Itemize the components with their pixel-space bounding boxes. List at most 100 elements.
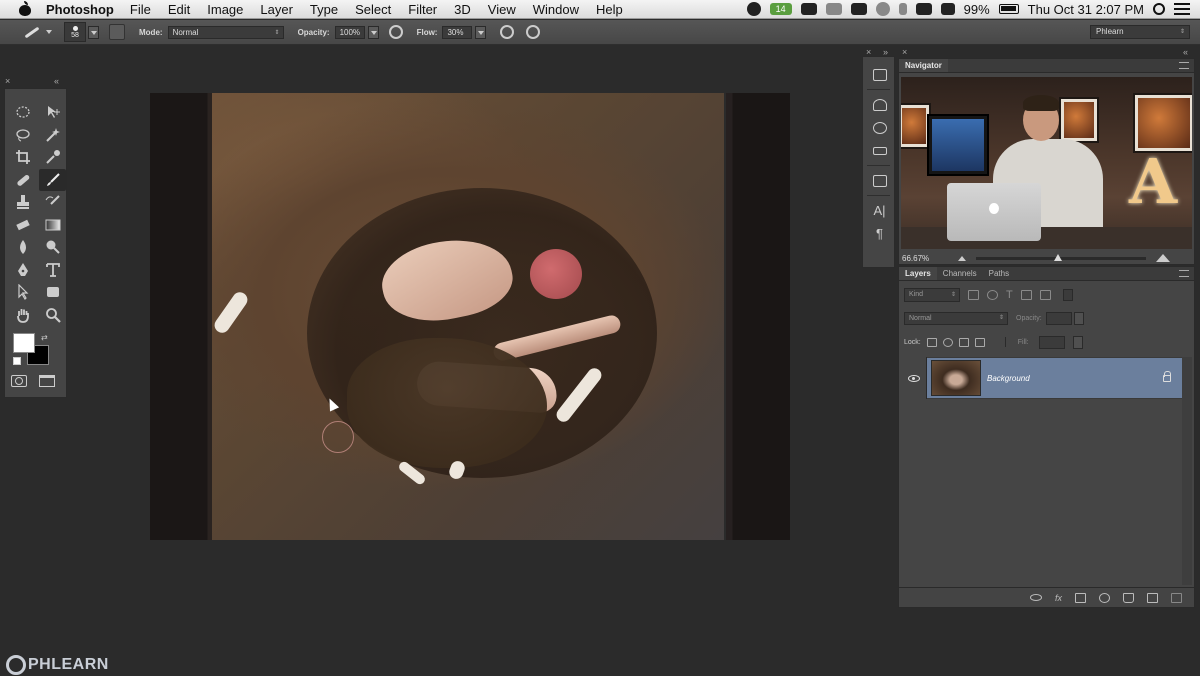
brush-tool-preset-icon[interactable] bbox=[22, 25, 42, 39]
magic-wand-tool-icon[interactable] bbox=[39, 124, 66, 147]
menu-help[interactable]: Help bbox=[596, 2, 623, 17]
link-layers-icon[interactable] bbox=[1029, 594, 1042, 601]
lock-image-icon[interactable] bbox=[942, 337, 953, 347]
add-mask-icon[interactable] bbox=[1075, 592, 1086, 603]
menu-type[interactable]: Type bbox=[310, 2, 338, 17]
lock-transparent-icon[interactable] bbox=[926, 337, 937, 347]
layers-scrollbar[interactable] bbox=[1182, 357, 1192, 585]
menu-edit[interactable]: Edit bbox=[168, 2, 190, 17]
layer-visibility-toggle[interactable] bbox=[901, 357, 927, 399]
zoom-in-icon[interactable] bbox=[1156, 254, 1170, 262]
opacity-field[interactable]: 100% bbox=[334, 25, 365, 39]
history-panel-icon[interactable] bbox=[863, 63, 896, 86]
brush-tool-icon[interactable] bbox=[39, 168, 66, 191]
menu-filter[interactable]: Filter bbox=[408, 2, 437, 17]
workspace-select[interactable]: Phlearn ⇕ bbox=[1090, 25, 1190, 39]
brush-picker-dropdown[interactable] bbox=[88, 25, 99, 39]
blend-mode-select[interactable]: Normal ⇕ bbox=[904, 311, 1008, 325]
crop-tool-icon[interactable] bbox=[9, 146, 36, 169]
new-layer-icon[interactable] bbox=[1147, 592, 1158, 603]
layer-row[interactable]: Background bbox=[901, 357, 1183, 399]
eyedropper-tool-icon[interactable] bbox=[39, 146, 66, 169]
filter-pixel-icon[interactable] bbox=[968, 290, 979, 300]
layer-opacity-slider-button[interactable] bbox=[1073, 311, 1084, 325]
layer-style-fx-icon[interactable]: fx bbox=[1055, 593, 1062, 603]
menu-view[interactable]: View bbox=[488, 2, 516, 17]
flow-field[interactable]: 30% bbox=[442, 25, 473, 39]
close-panel-icon[interactable]: × bbox=[5, 76, 10, 86]
adjustments-panel-icon[interactable] bbox=[863, 116, 896, 139]
screen-mode-icon[interactable] bbox=[39, 375, 55, 387]
filter-smart-object-icon[interactable] bbox=[1039, 290, 1051, 300]
tab-layers[interactable]: Layers bbox=[899, 267, 937, 280]
collapse-panel-icon[interactable]: « bbox=[54, 76, 59, 86]
lock-all-icon[interactable] bbox=[974, 337, 985, 347]
notification-center-icon[interactable] bbox=[1174, 3, 1190, 15]
menu-select[interactable]: Select bbox=[355, 2, 391, 17]
evernote-badge-icon[interactable]: 14 bbox=[769, 3, 792, 15]
path-selection-tool-icon[interactable] bbox=[9, 281, 36, 304]
filter-kind-select[interactable]: Kind ⇕ bbox=[904, 288, 960, 302]
tab-paths[interactable]: Paths bbox=[983, 267, 1015, 280]
airbrush-icon[interactable] bbox=[500, 25, 515, 39]
properties-panel-icon[interactable] bbox=[863, 139, 896, 162]
default-colors-icon[interactable] bbox=[13, 357, 21, 365]
airplay-icon[interactable] bbox=[850, 3, 867, 15]
zoom-tool-icon[interactable] bbox=[39, 304, 66, 327]
tab-channels[interactable]: Channels bbox=[937, 267, 983, 280]
filter-toggle[interactable] bbox=[1062, 289, 1073, 301]
menu-file[interactable]: File bbox=[130, 2, 151, 17]
shape-tool-icon[interactable] bbox=[39, 281, 66, 304]
layer-name[interactable]: Background bbox=[987, 374, 1163, 383]
mode-select[interactable]: Normal ⇕ bbox=[167, 25, 284, 39]
brush-presets-panel-icon[interactable] bbox=[863, 93, 896, 116]
flow-slider-button[interactable] bbox=[475, 25, 487, 39]
character-panel-icon[interactable]: A| bbox=[863, 199, 896, 222]
hand-tool-icon[interactable] bbox=[9, 304, 36, 327]
paragraph-panel-icon[interactable]: ¶ bbox=[863, 222, 896, 245]
brush-panel-toggle-icon[interactable] bbox=[109, 24, 125, 40]
panel-menu-icon[interactable] bbox=[1179, 270, 1189, 277]
layer-opacity-field[interactable] bbox=[1045, 311, 1072, 325]
zoom-level[interactable]: 66.67% bbox=[902, 254, 942, 263]
lasso-tool-icon[interactable] bbox=[9, 124, 36, 147]
google-drive-icon[interactable] bbox=[800, 3, 817, 15]
battery-icon[interactable] bbox=[998, 4, 1019, 14]
volume-icon[interactable] bbox=[940, 3, 955, 15]
time-machine-icon[interactable] bbox=[875, 2, 890, 16]
menu-image[interactable]: Image bbox=[207, 2, 243, 17]
menu-3d[interactable]: 3D bbox=[454, 2, 471, 17]
eraser-tool-icon[interactable] bbox=[9, 214, 36, 237]
zoom-slider[interactable] bbox=[976, 253, 1146, 261]
swap-colors-icon[interactable]: ⇄ bbox=[41, 333, 48, 342]
navigator-preview[interactable]: A bbox=[901, 77, 1192, 249]
fill-slider-button[interactable] bbox=[1072, 335, 1083, 349]
canvas-photo[interactable] bbox=[212, 93, 724, 540]
app-menu[interactable]: Photoshop bbox=[46, 2, 114, 17]
clone-stamp-tool-icon[interactable] bbox=[9, 191, 36, 214]
wifi-icon[interactable] bbox=[915, 3, 932, 15]
zoom-out-icon[interactable] bbox=[958, 255, 966, 261]
adjustment-layer-icon[interactable] bbox=[1099, 592, 1110, 603]
apple-menu-icon[interactable] bbox=[16, 1, 36, 16]
pressure-size-icon[interactable] bbox=[526, 25, 541, 39]
menu-window[interactable]: Window bbox=[533, 2, 579, 17]
marquee-tool-icon[interactable] bbox=[9, 101, 36, 124]
zoom-slider-thumb[interactable] bbox=[1054, 253, 1063, 261]
menubar-clock[interactable]: Thu Oct 31 2:07 PM bbox=[1028, 2, 1144, 17]
creative-cloud-icon[interactable] bbox=[746, 2, 761, 16]
type-tool-icon[interactable] bbox=[39, 259, 66, 282]
delete-layer-trash-icon[interactable] bbox=[1171, 592, 1182, 603]
filter-shape-icon[interactable] bbox=[1020, 290, 1032, 300]
filter-type-icon[interactable]: T bbox=[1006, 290, 1013, 301]
new-group-folder-icon[interactable] bbox=[1123, 592, 1134, 603]
move-tool-icon[interactable] bbox=[39, 101, 66, 124]
blur-tool-icon[interactable] bbox=[9, 236, 36, 259]
bluetooth-icon[interactable] bbox=[898, 3, 907, 15]
gradient-tool-icon[interactable] bbox=[39, 214, 66, 237]
collapse-panel-icon[interactable]: « bbox=[1183, 47, 1188, 57]
pen-tool-icon[interactable] bbox=[9, 259, 36, 282]
tab-navigator[interactable]: Navigator bbox=[899, 59, 948, 72]
fill-field[interactable] bbox=[1038, 335, 1065, 349]
filter-adjustment-icon[interactable] bbox=[987, 290, 998, 300]
